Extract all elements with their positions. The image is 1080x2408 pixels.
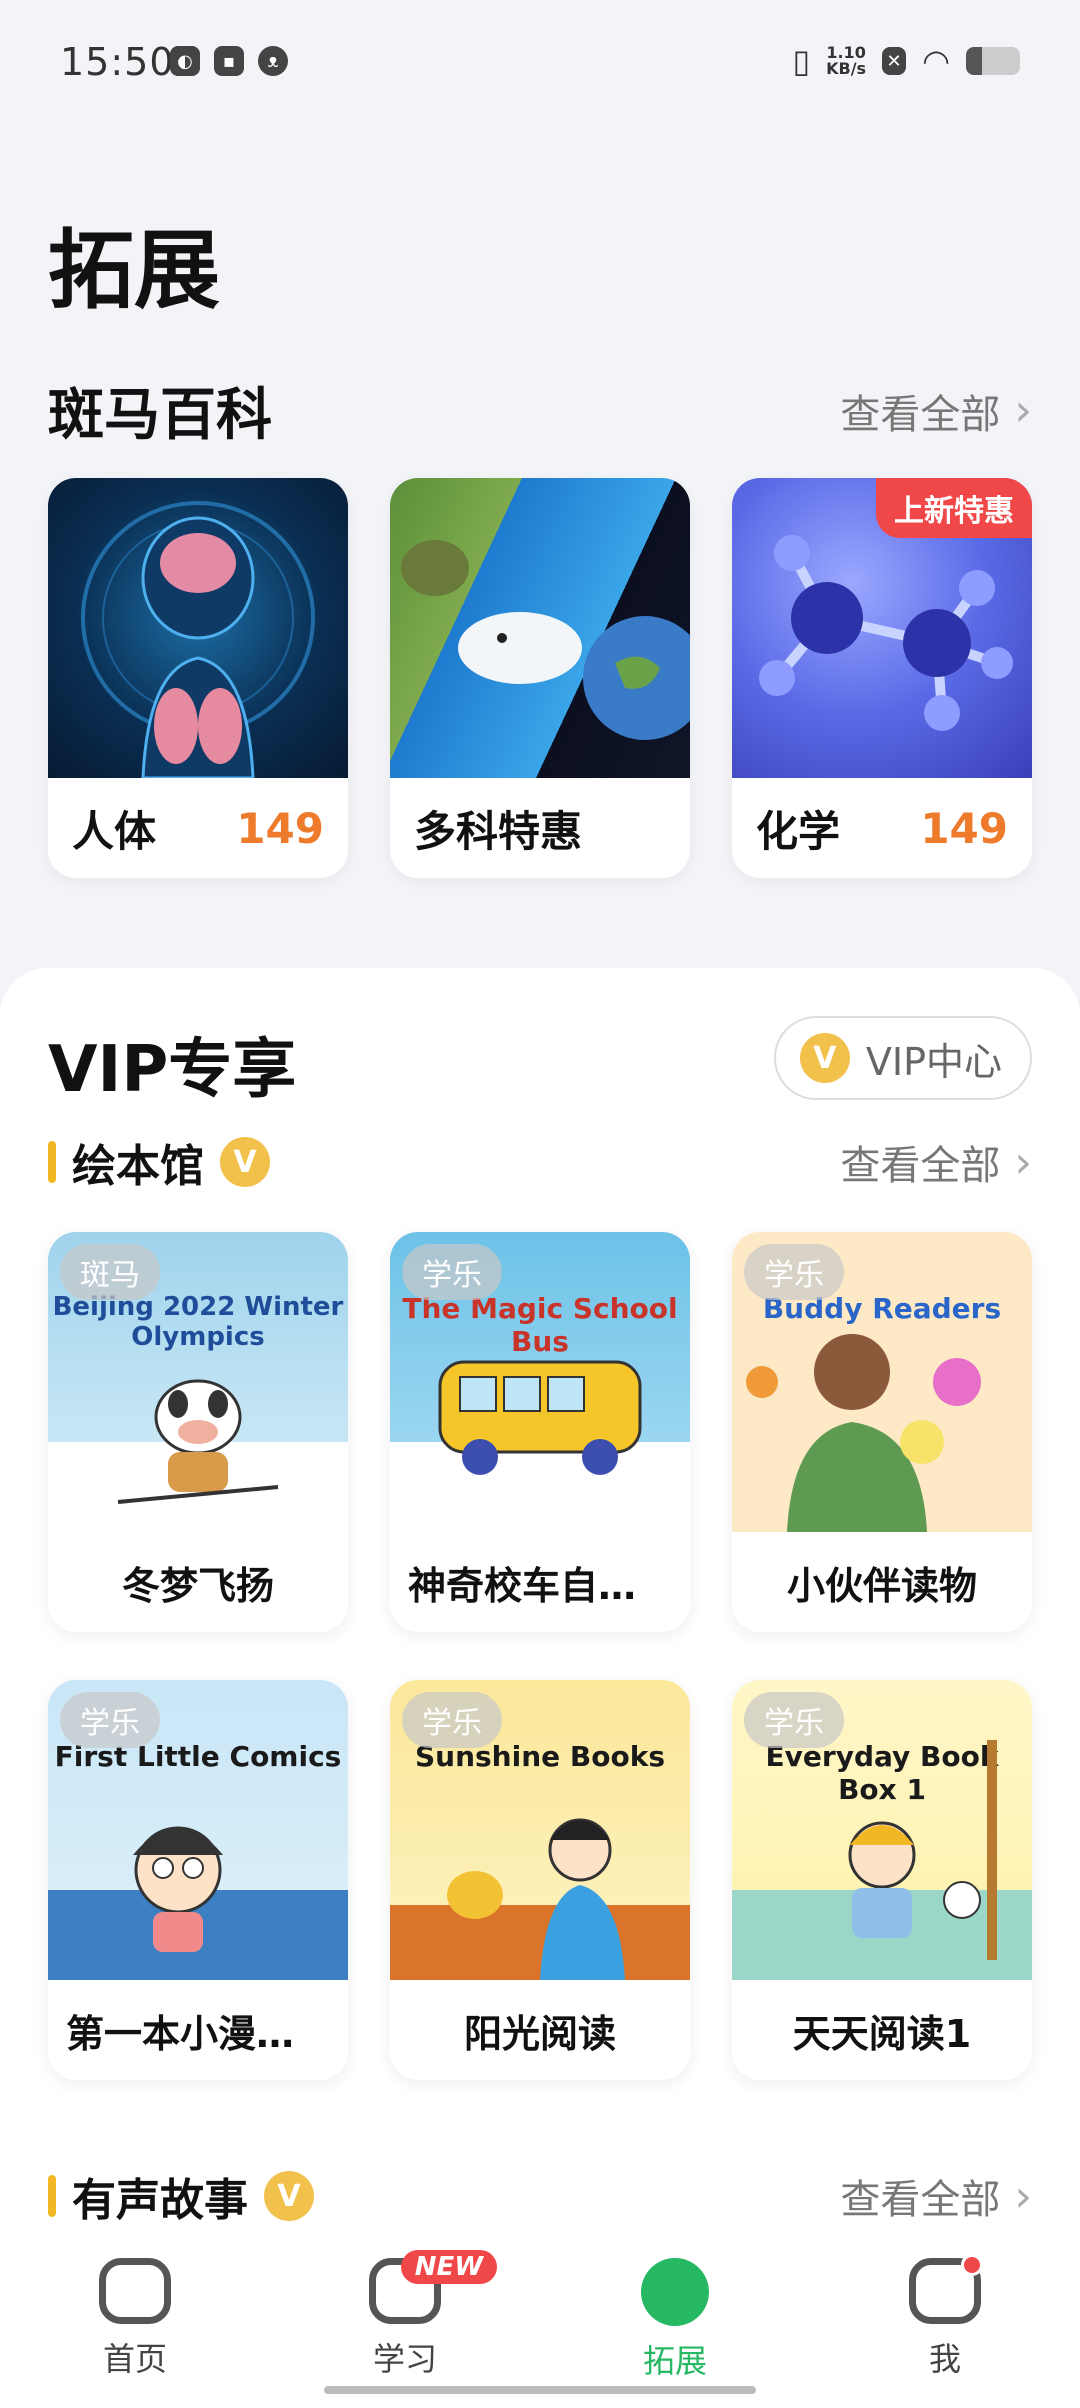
section-accent-bar	[48, 2175, 56, 2217]
book-card[interactable]: Beijing 2022 Winter Olympics 斑马 冬梦飞扬	[48, 1232, 348, 1632]
tab-label: 学习	[372, 2340, 437, 2378]
card-name: 化学	[756, 806, 841, 856]
chevron-right-icon: ›	[1014, 1136, 1032, 1188]
encyclopedia-title: 斑马百科	[48, 383, 272, 448]
chevron-right-icon: ›	[1014, 2170, 1032, 2222]
page-title: 拓展	[48, 221, 220, 321]
status-notification-icons: ◐ ▪ ᴥ	[170, 46, 288, 76]
encyclopedia-view-all[interactable]: 查看全部 ›	[840, 382, 1032, 440]
audio-stories-view-all[interactable]: 查看全部 ›	[840, 2167, 1032, 2225]
picture-books-row-2: First Little Comics 学乐 第一本小漫画书 Sunshine …	[48, 1680, 1032, 2080]
publisher-badge: 学乐	[744, 1244, 844, 1300]
picture-books-header: 绘本馆 V 查看全部 ›	[48, 1130, 1032, 1194]
book-name: 天天阅读1	[792, 2011, 972, 2056]
publisher-badge: 学乐	[402, 1244, 502, 1300]
tab-label: 拓展	[642, 2342, 707, 2380]
tab-home[interactable]: 首页	[35, 2258, 235, 2408]
status-bar: 15:50 ◐ ▪ ᴥ ▯ 1.10 KB/s ✕ ◠	[0, 0, 1080, 120]
book-name: 阳光阅读	[463, 2011, 616, 2056]
chemistry-cover: 上新特惠	[732, 478, 1032, 778]
bottom-tab-bar: 首页 NEW 学习 拓展 我	[0, 2228, 1080, 2408]
publisher-badge: 斑马	[60, 1244, 160, 1300]
book-card[interactable]: Everyday Book Box 1 学乐 天天阅读1	[732, 1680, 1032, 2080]
vip-title: VIP专享	[48, 1033, 297, 1107]
vibrate-icon: ▯	[792, 42, 811, 80]
home-indicator[interactable]	[324, 2386, 756, 2394]
picture-books-row-1: Beijing 2022 Winter Olympics 斑马 冬梦飞扬 The…	[48, 1232, 1032, 1632]
book-name: 小伙伴读物	[786, 1563, 977, 1608]
book-card[interactable]: Sunshine Books 学乐 阳光阅读	[390, 1680, 690, 2080]
tab-me[interactable]: 我	[845, 2254, 1045, 2408]
encyclopedia-card-multi[interactable]: 多科特惠	[390, 478, 690, 878]
vip-center-label: VIP中心	[865, 1039, 1002, 1084]
publisher-badge: 学乐	[402, 1692, 502, 1748]
tab-label: 首页	[102, 2340, 167, 2378]
home-icon	[99, 2258, 171, 2324]
encyclopedia-card-chemistry[interactable]: 上新特惠 化学 149	[732, 478, 1032, 878]
net-speed: 1.10 KB/s	[826, 43, 867, 78]
audio-stories-title: 有声故事	[72, 2175, 248, 2226]
book-card[interactable]: The Magic School Bus 学乐 神奇校车自然…	[390, 1232, 690, 1632]
encyclopedia-card-body[interactable]: 人体 149	[48, 478, 348, 878]
book-card[interactable]: First Little Comics 学乐 第一本小漫画书	[48, 1680, 348, 2080]
book-name: 冬梦飞扬	[121, 1563, 274, 1608]
card-price: 149	[920, 803, 1008, 853]
sim-off-icon: ✕	[882, 47, 907, 75]
vip-panel: VIP专享 V VIP中心 绘本馆 V 查看全部 › Beijing 2022 …	[0, 968, 1080, 2228]
battery-fill	[966, 47, 983, 75]
picture-books-title: 绘本馆	[72, 1141, 204, 1192]
notification-dot	[961, 2254, 983, 2276]
chevron-right-icon: ›	[1014, 385, 1032, 436]
picture-books-view-all[interactable]: 查看全部 ›	[840, 1133, 1032, 1191]
book-card[interactable]: Buddy Readers 学乐 小伙伴读物	[732, 1232, 1032, 1632]
status-system-icons: ▯ 1.10 KB/s ✕ ◠	[792, 42, 1020, 80]
vip-badge-icon: V	[799, 1033, 850, 1083]
app-icon: ◐	[170, 46, 200, 76]
tab-label: 我	[928, 2340, 961, 2378]
wifi-icon: ◠	[922, 42, 950, 80]
promo-tag: 上新特惠	[876, 478, 1032, 538]
vip-badge-icon: V	[220, 1137, 270, 1187]
section-accent-bar	[48, 1141, 56, 1183]
multi-subject-cover	[390, 478, 690, 778]
book-name: 第一本小漫画书	[66, 2011, 330, 2056]
book-name: 神奇校车自然…	[408, 1563, 672, 1608]
publisher-badge: 学乐	[60, 1692, 160, 1748]
card-name: 多科特惠	[414, 806, 583, 856]
battery-icon	[966, 47, 1020, 75]
view-all-label: 查看全部	[840, 1143, 1001, 1189]
card-name: 人体	[72, 806, 157, 856]
view-all-label: 查看全部	[840, 391, 1001, 438]
explore-icon	[641, 2258, 709, 2326]
vip-center-button[interactable]: V VIP中心	[773, 1016, 1032, 1100]
publisher-badge: 学乐	[744, 1692, 844, 1748]
status-time: 15:50	[60, 40, 175, 84]
message-icon: ▪	[214, 46, 244, 76]
encyclopedia-header: 斑马百科 查看全部 ›	[48, 370, 1032, 451]
card-price: 149	[236, 803, 324, 853]
human-body-cover	[48, 478, 348, 778]
new-badge: NEW	[400, 2250, 497, 2284]
encyclopedia-cards: 人体 149 多科特惠 上新特惠 化学 149	[48, 478, 1032, 878]
vip-badge-icon: V	[264, 2171, 314, 2221]
cat-icon: ᴥ	[258, 46, 288, 76]
view-all-label: 查看全部	[840, 2177, 1001, 2223]
audio-stories-header: 有声故事 V 查看全部 ›	[48, 2164, 1032, 2228]
